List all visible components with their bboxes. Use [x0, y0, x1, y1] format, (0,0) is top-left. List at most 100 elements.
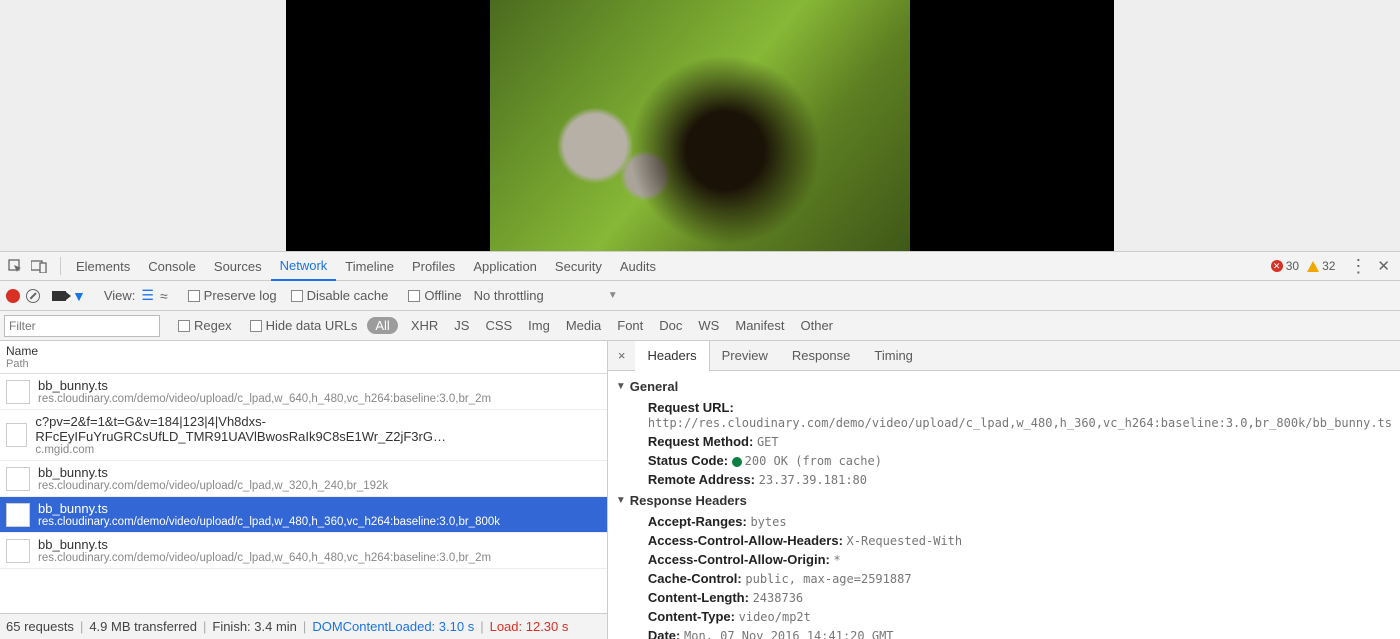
status-finish: Finish: 3.4 min — [212, 619, 297, 634]
detail-tabs: × Headers Preview Response Timing — [608, 341, 1400, 371]
row-path: res.cloudinary.com/demo/video/upload/c_l… — [38, 480, 388, 492]
disable-cache-checkbox[interactable]: Disable cache — [291, 288, 389, 303]
filter-toggle-icon[interactable]: ▼ — [72, 288, 86, 304]
warning-count[interactable]: 32 — [1307, 259, 1335, 273]
regex-label: Regex — [194, 318, 232, 333]
more-menu-icon[interactable]: ⋮ — [1343, 256, 1373, 277]
offline-checkbox[interactable]: Offline — [408, 288, 461, 303]
kv-ac-allow-headers: Access-Control-Allow-Headers: X-Requeste… — [608, 531, 1400, 550]
preserve-log-checkbox[interactable]: Preserve log — [188, 288, 277, 303]
column-header[interactable]: Name Path — [0, 341, 607, 374]
close-detail-icon[interactable]: × — [608, 348, 636, 363]
error-count-value: 30 — [1286, 259, 1299, 273]
left-gutter — [0, 0, 286, 251]
network-toolbar: ▼ View: ☰ ≈ Preserve log Disable cache O… — [0, 281, 1400, 311]
filter-img[interactable]: Img — [525, 318, 553, 333]
warning-count-value: 32 — [1322, 259, 1335, 273]
section-response-title: Response Headers — [630, 493, 747, 508]
section-general[interactable]: ▼ General — [608, 375, 1400, 398]
tab-network[interactable]: Network — [271, 252, 337, 281]
hide-dataurls-label: Hide data URLs — [266, 318, 358, 333]
filter-ws[interactable]: WS — [695, 318, 722, 333]
filter-other[interactable]: Other — [798, 318, 837, 333]
page-preview-area — [0, 0, 1400, 251]
status-dot-icon — [732, 457, 742, 467]
table-row[interactable]: bb_bunny.tsres.cloudinary.com/demo/video… — [0, 461, 607, 497]
status-load: Load: 12.30 s — [490, 619, 569, 634]
inspect-icon[interactable] — [6, 259, 24, 274]
dtab-timing[interactable]: Timing — [862, 341, 925, 371]
kv-ac-allow-origin: Access-Control-Allow-Origin: * — [608, 550, 1400, 569]
filter-input[interactable] — [4, 315, 160, 337]
row-name: bb_bunny.ts — [38, 501, 500, 516]
detail-body: ▼General Request URL: http://res.cloudin… — [608, 371, 1400, 639]
tab-profiles[interactable]: Profiles — [403, 252, 464, 281]
request-rows: bb_bunny.tsres.cloudinary.com/demo/video… — [0, 374, 607, 613]
dtab-headers[interactable]: Headers — [635, 341, 709, 371]
video-frame[interactable] — [490, 0, 910, 251]
tab-application[interactable]: Application — [464, 252, 546, 281]
status-dcl: DOMContentLoaded: 3.10 s — [312, 619, 474, 634]
kv-accept-ranges: Accept-Ranges: bytes — [608, 512, 1400, 531]
detail-pane: × Headers Preview Response Timing ▼ Gener… — [608, 341, 1400, 639]
table-row[interactable]: bb_bunny.tsres.cloudinary.com/demo/video… — [0, 374, 607, 410]
filter-manifest[interactable]: Manifest — [732, 318, 787, 333]
tab-timeline[interactable]: Timeline — [336, 252, 403, 281]
large-rows-icon[interactable]: ☰ — [141, 287, 154, 304]
filter-bar: Regex Hide data URLs All XHR JS CSS Img … — [0, 311, 1400, 341]
section-general-title: General — [630, 379, 678, 394]
filter-doc[interactable]: Doc — [656, 318, 685, 333]
hide-dataurls-checkbox[interactable]: Hide data URLs — [250, 318, 358, 333]
dtab-response[interactable]: Response — [780, 341, 863, 371]
file-icon — [6, 503, 30, 527]
filter-all[interactable]: All — [367, 317, 397, 334]
filter-xhr[interactable]: XHR — [408, 318, 441, 333]
offline-label: Offline — [424, 288, 461, 303]
close-devtools-icon[interactable]: ✕ — [1373, 257, 1394, 275]
file-icon — [6, 423, 27, 447]
tab-audits[interactable]: Audits — [611, 252, 665, 281]
regex-checkbox[interactable]: Regex — [178, 318, 232, 333]
table-row[interactable]: c?pv=2&f=1&t=G&v=184|123|4|Vh8dxs-RFcEyI… — [0, 410, 607, 461]
col-path: Path — [6, 358, 601, 370]
preserve-log-label: Preserve log — [204, 288, 277, 303]
filter-font[interactable]: Font — [614, 318, 646, 333]
file-icon — [6, 467, 30, 491]
screenshot-icon[interactable] — [52, 291, 66, 301]
chevron-down-icon: ▼ — [608, 290, 618, 301]
error-count[interactable]: ✕30 — [1271, 259, 1299, 273]
status-bar: 65 requests| 4.9 MB transferred| Finish:… — [0, 613, 607, 639]
filter-css[interactable]: CSS — [482, 318, 515, 333]
clear-button[interactable] — [26, 289, 40, 303]
kv-cache-control: Cache-Control: public, max-age=2591887 — [608, 569, 1400, 588]
tab-elements[interactable]: Elements — [67, 252, 139, 281]
row-path: res.cloudinary.com/demo/video/upload/c_l… — [38, 393, 491, 405]
file-icon — [6, 380, 30, 404]
kv-remote-address: Remote Address: 23.37.39.181:80 — [608, 470, 1400, 489]
throttling-select[interactable]: No throttling▼ — [474, 288, 618, 303]
status-requests: 65 requests — [6, 619, 74, 634]
kv-status-code: Status Code: 200 OK (from cache) — [608, 451, 1400, 470]
dtab-preview[interactable]: Preview — [710, 341, 780, 371]
record-button[interactable] — [6, 289, 20, 303]
row-path: res.cloudinary.com/demo/video/upload/c_l… — [38, 516, 500, 528]
device-toggle-icon[interactable] — [30, 259, 48, 273]
file-icon — [6, 539, 30, 563]
tab-console[interactable]: Console — [139, 252, 205, 281]
devtools-tabbar: Elements Console Sources Network Timelin… — [0, 252, 1400, 281]
section-response-headers[interactable]: ▼Response Headers — [608, 489, 1400, 512]
request-list-pane: Name Path bb_bunny.tsres.cloudinary.com/… — [0, 341, 608, 639]
row-path: c.mgid.com — [35, 444, 595, 456]
tab-sources[interactable]: Sources — [205, 252, 271, 281]
table-row-selected[interactable]: bb_bunny.tsres.cloudinary.com/demo/video… — [0, 497, 607, 533]
row-name: bb_bunny.ts — [38, 537, 491, 552]
col-name: Name — [6, 344, 601, 358]
tab-security[interactable]: Security — [546, 252, 611, 281]
triangle-down-icon: ▼ — [616, 381, 626, 392]
filter-js[interactable]: JS — [451, 318, 472, 333]
row-name: bb_bunny.ts — [38, 465, 388, 480]
filter-media[interactable]: Media — [563, 318, 604, 333]
table-row[interactable]: bb_bunny.tsres.cloudinary.com/demo/video… — [0, 533, 607, 569]
row-name: bb_bunny.ts — [38, 378, 491, 393]
waterfall-icon[interactable]: ≈ — [160, 288, 168, 304]
